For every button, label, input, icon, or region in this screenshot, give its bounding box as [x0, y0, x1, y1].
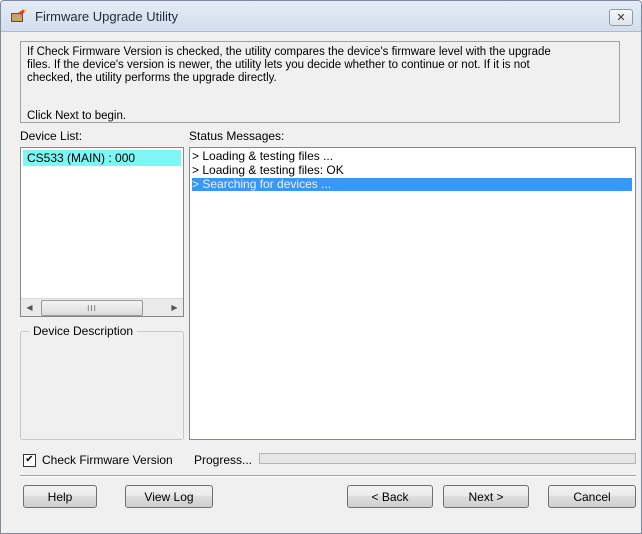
status-message: > Loading & testing files: OK	[192, 163, 344, 177]
view-log-button[interactable]: View Log	[125, 485, 213, 508]
check-firmware-option[interactable]: ✔ Check Firmware Version	[23, 453, 173, 467]
check-firmware-label[interactable]: Check Firmware Version	[42, 453, 173, 467]
device-list-scrollbar[interactable]: ◀ III ▶	[21, 298, 183, 316]
device-description-title: Device Description	[29, 324, 138, 338]
checkmark-icon: ✔	[25, 454, 34, 465]
firmware-upgrade-window: Firmware Upgrade Utility ✕ If Check Firm…	[0, 0, 642, 534]
next-button[interactable]: Next >	[443, 485, 529, 508]
instructions-line: checked, the utility performs the upgrad…	[27, 72, 277, 84]
device-list[interactable]: CS533 (MAIN) : 000 ◀ III ▶	[20, 147, 184, 317]
scroll-right-icon[interactable]: ▶	[166, 299, 183, 316]
check-firmware-checkbox[interactable]: ✔	[23, 453, 36, 467]
scroll-left-icon[interactable]: ◀	[21, 299, 38, 316]
close-button[interactable]: ✕	[609, 9, 633, 26]
click-next-hint: Click Next to begin.	[27, 110, 127, 122]
title-bar: Firmware Upgrade Utility ✕	[1, 1, 641, 32]
progress-bar	[259, 453, 636, 464]
close-icon: ✕	[616, 12, 626, 24]
separator	[20, 475, 636, 477]
cancel-button[interactable]: Cancel	[548, 485, 636, 508]
status-messages-label: Status Messages:	[189, 129, 285, 143]
app-icon	[11, 9, 27, 22]
help-button[interactable]: Help	[23, 485, 97, 508]
device-description-group: Device Description	[20, 324, 184, 440]
instructions-line: If Check Firmware Version is checked, th…	[27, 46, 551, 58]
device-list-label: Device List:	[20, 129, 83, 143]
window-title: Firmware Upgrade Utility	[35, 9, 179, 24]
status-message: > Loading & testing files ...	[192, 149, 334, 163]
status-messages-list[interactable]: > Loading & testing files ... > Loading …	[189, 147, 636, 440]
instructions-panel: If Check Firmware Version is checked, th…	[20, 41, 620, 123]
progress-label: Progress...	[194, 453, 253, 467]
back-button[interactable]: < Back	[347, 485, 433, 508]
instructions-line: files. If the device's version is newer,…	[27, 59, 530, 71]
status-message-selected: > Searching for devices ...	[192, 178, 632, 191]
scroll-thumb[interactable]: III	[41, 300, 143, 316]
device-list-item[interactable]: CS533 (MAIN) : 000	[23, 150, 181, 166]
